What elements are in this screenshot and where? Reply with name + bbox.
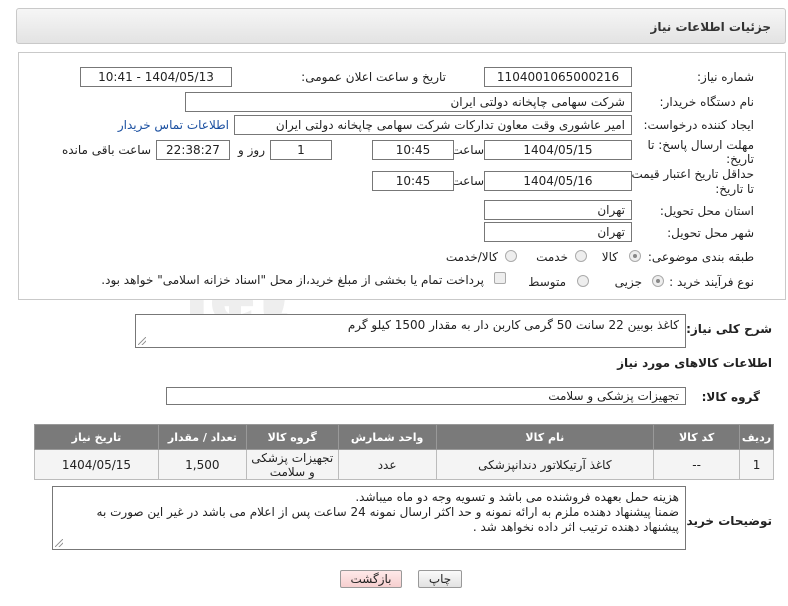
buyer-notes-line-3: پیشنهاد دهنده ترتیب اثر داده نخواهد شد .	[472, 520, 679, 534]
goods-group-label: گروه کالا:	[701, 390, 760, 404]
treasury-payment-note: پرداخت تمام یا بخشی از مبلغ خرید،از محل …	[101, 273, 484, 287]
category-goods-radio[interactable]	[629, 250, 641, 262]
cell-item-code: --	[653, 449, 741, 480]
general-description-label: شرح کلی نیاز:	[686, 322, 772, 336]
response-deadline-label: مهلت ارسال پاسخ: تا	[647, 138, 754, 152]
delivery-city-label: شهر محل تحویل:	[667, 226, 754, 240]
delivery-city-field[interactable]: تهران	[484, 222, 632, 242]
remaining-time-label: ساعت باقی مانده	[61, 143, 151, 157]
details-header: جزئیات اطلاعات نیاز	[16, 8, 786, 44]
process-medium-label: متوسط	[528, 275, 566, 289]
process-minor-label: جزیی	[614, 275, 642, 289]
category-goods-service-radio[interactable]	[505, 250, 517, 262]
response-time-field[interactable]: 10:45	[372, 140, 454, 160]
buyer-org-field[interactable]: شرکت سهامی چاپخانه دولتی ایران	[185, 92, 632, 112]
col-need-date: تاریخ نیاز	[34, 424, 159, 450]
cell-unit: عدد	[337, 449, 437, 480]
col-row-number: ردیف	[739, 424, 774, 450]
remaining-time-field[interactable]: 22:38:27	[156, 140, 230, 160]
price-validity-time-field[interactable]: 10:45	[372, 171, 454, 191]
general-description-text: کاغذ بوبین 22 سانت 50 گرمی کاربن دار به …	[347, 318, 679, 332]
requester-field[interactable]: امیر عاشوری وقت معاون تدارکات شرکت سهامی…	[234, 115, 632, 135]
requester-label: ایجاد کننده درخواست:	[643, 118, 754, 132]
cell-item-name: کاغذ آرتیکلاتور دندانپزشکی	[435, 449, 655, 480]
days-label: روز و	[238, 143, 265, 157]
cell-item-group: تجهیزات پزشکی و سلامت	[245, 449, 339, 480]
general-description-field[interactable]: کاغذ بوبین 22 سانت 50 گرمی کاربن دار به …	[135, 314, 686, 348]
col-item-group: گروه کالا	[245, 424, 339, 450]
delivery-province-field[interactable]: تهران	[484, 200, 632, 220]
goods-group-field[interactable]: تجهیزات پزشکی و سلامت	[166, 387, 686, 405]
goods-info-title: اطلاعات کالاهای مورد نیاز	[617, 356, 772, 370]
buyer-notes-line-2: ضمنا پیشنهاد دهنده ملزم به ارائه نمونه و…	[96, 505, 679, 519]
announce-datetime-field[interactable]: 1404/05/13 - 10:41	[80, 67, 232, 87]
cell-quantity: 1,500	[157, 449, 247, 480]
need-number-field[interactable]: 1104001065000216	[484, 67, 632, 87]
col-item-code: کد کالا	[653, 424, 741, 450]
col-quantity: تعداد / مقدار	[157, 424, 247, 450]
process-medium-radio[interactable]	[577, 275, 589, 287]
cell-need-date: 1404/05/15	[34, 449, 159, 480]
response-time-label: ساعت	[451, 143, 484, 157]
need-number-label: شماره نیاز:	[697, 70, 754, 84]
cell-row-number: 1	[739, 449, 774, 480]
purchase-process-label: نوع فرآیند خرید :	[669, 275, 754, 289]
resize-grip-icon[interactable]	[55, 539, 63, 547]
print-button[interactable]: چاپ	[418, 570, 462, 588]
buyer-org-label: نام دستگاه خریدار:	[659, 95, 755, 109]
buyer-notes-field[interactable]: هزینه حمل بعهده فروشنده می باشد و تسویه …	[52, 486, 686, 550]
page: AriaTender.net جزئیات اطلاعات نیاز شماره…	[0, 0, 788, 606]
category-service-label: خدمت	[536, 250, 568, 264]
back-button[interactable]: بازگشت	[340, 570, 402, 588]
buyer-contact-link[interactable]: اطلاعات تماس خریدار	[118, 118, 229, 132]
treasury-payment-checkbox[interactable]	[494, 272, 506, 284]
col-unit: واحد شمارش	[337, 424, 437, 450]
price-validity-label: حداقل تاریخ اعتبار قیمت:	[627, 167, 754, 181]
announce-datetime-label: تاریخ و ساعت اعلان عمومی:	[301, 70, 446, 84]
buyer-notes-line-1: هزینه حمل بعهده فروشنده می باشد و تسویه …	[355, 490, 679, 504]
resize-grip-icon[interactable]	[138, 337, 146, 345]
category-label: طبقه بندی موضوعی:	[647, 250, 754, 264]
response-date-field[interactable]: 1404/05/15	[484, 140, 632, 160]
response-deadline-label-line2: تاریخ:	[726, 152, 754, 166]
items-table: ردیف کد کالا نام کالا واحد شمارش گروه کا…	[34, 424, 774, 480]
price-validity-label-line2: تا تاریخ:	[715, 182, 754, 196]
delivery-province-label: استان محل تحویل:	[659, 204, 754, 218]
category-service-radio[interactable]	[575, 250, 587, 262]
remaining-days-field[interactable]: 1	[270, 140, 332, 160]
page-title: جزئیات اطلاعات نیاز	[650, 20, 771, 34]
category-goods-service-label: کالا/خدمت	[445, 250, 498, 264]
process-minor-radio[interactable]	[652, 275, 664, 287]
col-item-name: نام کالا	[435, 424, 655, 450]
table-row[interactable]: 1 -- کاغذ آرتیکلاتور دندانپزشکی عدد تجهی…	[34, 449, 774, 480]
price-validity-date-field[interactable]: 1404/05/16	[484, 171, 632, 191]
category-goods-label: کالا	[601, 250, 618, 264]
price-validity-time-label: ساعت	[451, 174, 484, 188]
items-table-header: ردیف کد کالا نام کالا واحد شمارش گروه کا…	[34, 424, 774, 450]
